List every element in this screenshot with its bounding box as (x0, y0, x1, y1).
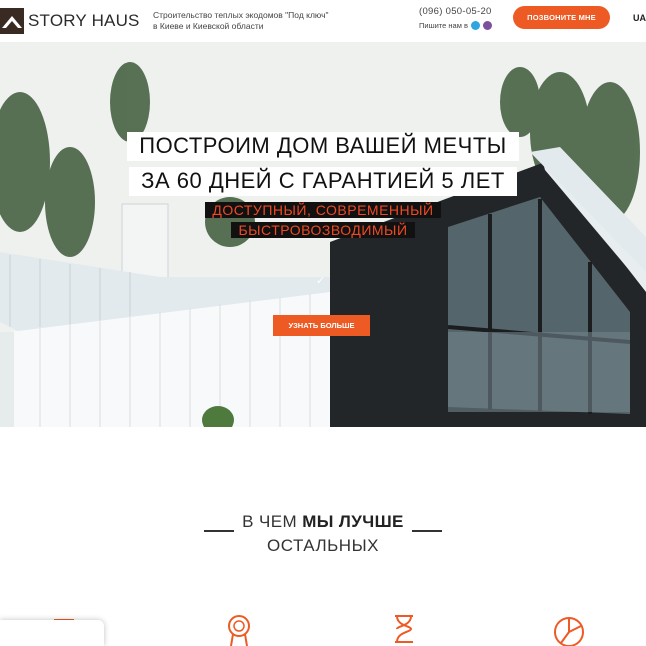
telegram-icon[interactable] (470, 21, 480, 30)
hero-subline-1-wrap: ДОСТУПНЫЙ, СОВРЕМЕННЫЙ (0, 202, 646, 220)
viber-icon[interactable] (482, 21, 492, 30)
title-prefix: В ЧЕМ (242, 512, 298, 531)
site-header: STORY HAUS Строительство теплых экодомов… (0, 0, 646, 42)
title-line-1: В ЧЕМ МЫ ЛУЧШЕ (242, 512, 404, 532)
write-us-label: Пишите нам в (419, 21, 468, 30)
logo-text: STORY HAUS (28, 11, 140, 30)
hero-headline-line-1: ПОСТРОИМ ДОМ ВАШЕЙ МЕЧТЫ (127, 132, 519, 161)
phone-number[interactable]: (096) 050-05-20 (419, 6, 509, 17)
title-dash-left (204, 512, 235, 532)
tagline: Строительство теплых экодомов "Под ключ"… (153, 10, 363, 32)
title-dash-right (411, 512, 442, 532)
learn-more-button[interactable]: УЗНАТЬ БОЛЬШЕ (273, 315, 370, 336)
call-me-button[interactable]: ПОЗВОНИТЕ МНЕ (513, 6, 610, 29)
hero-section: ПОСТРОИМ ДОМ ВАШЕЙ МЕЧТЫ ЗА 60 ДНЕЙ С ГА… (0, 42, 646, 427)
hero-headline-line-2: ЗА 60 ДНЕЙ С ГАРАНТИЕЙ 5 ЛЕТ (129, 167, 517, 196)
advantages-title: В ЧЕМ МЫ ЛУЧШЕ ОСТАЛЬНЫХ (0, 512, 646, 556)
hero-subline-2: БЫСТРОВОЗВОДИМЫЙ (231, 222, 415, 238)
medal-icon (228, 615, 250, 646)
hero-headline-line-1-wrap: ПОСТРОИМ ДОМ ВАШЕЙ МЕЧТЫ (0, 132, 646, 161)
title-line-2: ОСТАЛЬНЫХ (267, 536, 379, 555)
hero-subline-2-wrap: БЫСТРОВОЗВОДИМЫЙ (0, 222, 646, 240)
pie-chart-icon (554, 617, 584, 646)
logo[interactable]: STORY HAUS (0, 7, 140, 35)
bottom-left-widget[interactable] (0, 620, 104, 646)
hero-headline-line-2-wrap: ЗА 60 ДНЕЙ С ГАРАНТИЕЙ 5 ЛЕТ (0, 167, 646, 196)
write-us: Пишите нам в (419, 21, 509, 30)
language-switch[interactable]: UA (633, 13, 646, 23)
house-logo-icon (0, 8, 24, 34)
tagline-line-2: в Киеве и Киевской области (153, 21, 264, 31)
hero-subline-1: ДОСТУПНЫЙ, СОВРЕМЕННЫЙ (205, 202, 441, 218)
title-bold: МЫ ЛУЧШЕ (302, 512, 404, 531)
contact-block: (096) 050-05-20 Пишите нам в (419, 6, 509, 30)
hourglass-icon (395, 615, 413, 643)
checkmark-icon: ✓ (316, 275, 326, 287)
tagline-line-1: Строительство теплых экодомов "Под ключ" (153, 10, 329, 20)
